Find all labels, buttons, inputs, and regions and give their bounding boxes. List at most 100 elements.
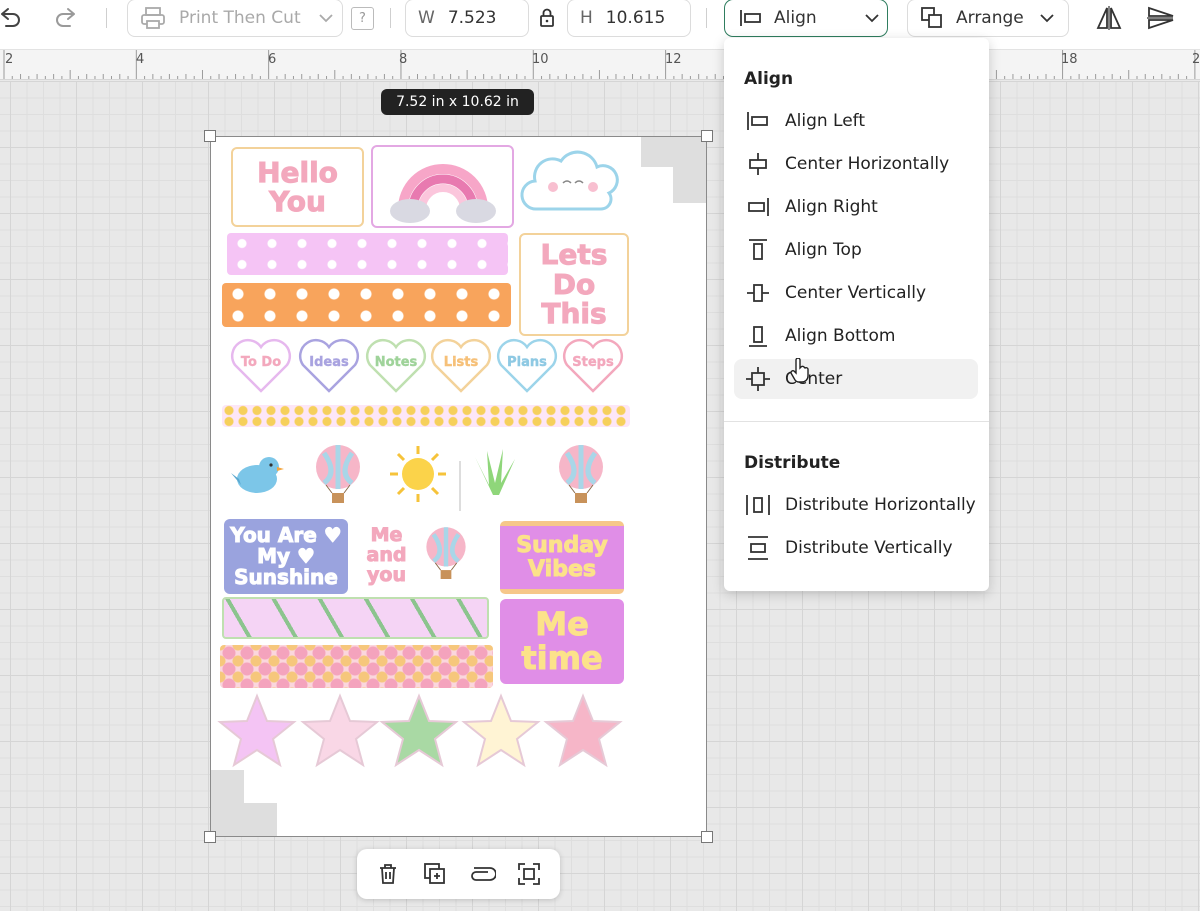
help-button[interactable]: ? xyxy=(351,7,374,30)
height-field[interactable]: H 10.615 xyxy=(567,0,691,37)
resize-handle-top-right[interactable] xyxy=(701,130,713,142)
sheet-notch xyxy=(673,167,706,203)
menu-item-label: Align Top xyxy=(785,240,862,260)
washi-tape-confetti[interactable] xyxy=(220,645,493,688)
menu-item-align-right[interactable]: Align Right xyxy=(734,187,978,227)
hot-air-balloon-sticker[interactable] xyxy=(553,443,609,507)
sticker-text: Me and you xyxy=(366,524,407,586)
menu-item-align-bottom[interactable]: Align Bottom xyxy=(734,316,978,356)
redo-button[interactable] xyxy=(54,6,78,30)
distribute-horizontally-icon xyxy=(740,485,776,525)
heart-sticker[interactable]: To Do xyxy=(229,337,293,395)
hello-you-sticker[interactable]: Hello You xyxy=(231,147,364,227)
me-and-you-sticker[interactable]: Me and you xyxy=(359,521,414,591)
bird-sticker[interactable] xyxy=(229,445,285,501)
trash-icon xyxy=(380,864,397,884)
lets-do-this-sticker[interactable]: Lets Do This xyxy=(519,233,629,336)
cloud-sticker[interactable] xyxy=(519,145,623,220)
menu-item-distribute-horizontally[interactable]: Distribute Horizontally xyxy=(734,485,978,525)
ruler-label: 2 xyxy=(5,52,14,67)
washi-tape-leaves[interactable] xyxy=(222,597,489,639)
washi-tape-pink[interactable] xyxy=(227,233,508,275)
star-sticker[interactable] xyxy=(300,693,380,769)
sheet-notch xyxy=(211,770,244,836)
attach-button[interactable] xyxy=(465,857,499,891)
heart-sticker[interactable]: Ideas xyxy=(297,337,361,395)
sticker-text: To Do xyxy=(240,355,282,371)
star-sticker[interactable] xyxy=(379,693,459,769)
size-badge: 7.52 in x 10.62 in xyxy=(381,89,534,115)
resize-handle-bottom-left[interactable] xyxy=(204,831,216,843)
undo-button[interactable] xyxy=(0,6,22,30)
washi-tape-orange[interactable] xyxy=(222,283,511,327)
fit-to-selection-button[interactable] xyxy=(512,857,546,891)
redo-icon xyxy=(56,8,75,27)
sun-sticker[interactable] xyxy=(387,443,449,505)
align-right-icon xyxy=(740,187,776,227)
washi-tape-polka[interactable] xyxy=(222,405,630,427)
sticker-text: Lets Do This xyxy=(540,238,608,331)
flip-vertical-button[interactable] xyxy=(1145,4,1175,32)
flip-horizontal-icon xyxy=(1096,6,1122,30)
height-value[interactable]: 10.615 xyxy=(606,8,665,28)
toolbar-divider xyxy=(106,8,107,28)
undo-icon xyxy=(1,8,20,27)
menu-item-align-left[interactable]: Align Left xyxy=(734,101,978,141)
menu-item-label: Distribute Horizontally xyxy=(785,495,976,515)
resize-handle-bottom-right[interactable] xyxy=(701,831,713,843)
star-sticker[interactable] xyxy=(543,693,623,769)
menu-item-center[interactable]: Center xyxy=(734,359,978,399)
ruler-label: 10 xyxy=(532,52,549,67)
heart-sticker[interactable]: Steps xyxy=(561,337,625,395)
align-bottom-icon xyxy=(740,316,776,356)
delete-button[interactable] xyxy=(371,857,405,891)
menu-item-label: Center Horizontally xyxy=(785,154,950,174)
me-time-sticker[interactable]: Me time xyxy=(500,599,624,684)
arrange-label: Arrange xyxy=(956,8,1024,28)
star-sticker[interactable] xyxy=(461,693,541,769)
menu-item-align-top[interactable]: Align Top xyxy=(734,230,978,270)
sticker-text: Plans xyxy=(507,355,547,371)
cloud-icon xyxy=(520,150,619,211)
menu-divider xyxy=(724,421,989,422)
menu-item-label: Center Vertically xyxy=(785,283,927,303)
ruler-label: 8 xyxy=(399,52,408,67)
distribute-vertically-icon xyxy=(740,528,776,568)
rainbow-sticker[interactable] xyxy=(371,145,514,228)
hot-air-balloon-sticker[interactable] xyxy=(421,523,471,585)
resize-handle-top-left[interactable] xyxy=(204,130,216,142)
operation-select[interactable]: Print Then Cut xyxy=(127,0,343,37)
heart-sticker[interactable]: Lists xyxy=(429,337,493,395)
plant-sticker[interactable] xyxy=(465,445,521,497)
star-sticker[interactable] xyxy=(217,693,297,769)
toolbar-divider xyxy=(706,8,707,28)
width-value[interactable]: 7.523 xyxy=(448,8,497,28)
chevron-down-icon xyxy=(865,14,879,23)
sticker-text: Me time xyxy=(521,604,603,677)
menu-item-center-vertically[interactable]: Center Vertically xyxy=(734,273,978,313)
arrange-button[interactable]: Arrange xyxy=(907,0,1069,37)
ruler-label: 4 xyxy=(136,52,145,67)
flip-horizontal-button[interactable] xyxy=(1095,4,1123,32)
toolbar-divider xyxy=(390,8,391,28)
align-label: Align xyxy=(774,8,817,28)
heart-sticker[interactable]: Notes xyxy=(364,337,428,395)
help-label: ? xyxy=(359,11,366,26)
menu-item-label: Align Right xyxy=(785,197,878,217)
sticker-sheet[interactable]: Hello You Lets Do This To Do Ideas Notes Li… xyxy=(204,130,713,843)
width-field[interactable]: W 7.523 xyxy=(405,0,529,37)
ruler-label: 2 xyxy=(1192,52,1200,67)
sunday-vibes-sticker[interactable]: Sunday Vibes xyxy=(500,521,624,594)
menu-item-distribute-vertically[interactable]: Distribute Vertically xyxy=(734,528,978,568)
distribute-section-heading: Distribute xyxy=(744,453,841,473)
heart-sticker[interactable]: Plans xyxy=(495,337,559,395)
duplicate-button[interactable] xyxy=(418,857,452,891)
hot-air-balloon-sticker[interactable] xyxy=(310,443,366,507)
ruler-ticks xyxy=(3,50,1196,79)
you-are-my-sunshine-sticker[interactable]: You Are ♥ My ♥ Sunshine xyxy=(224,519,348,594)
align-button[interactable]: Align xyxy=(724,0,888,37)
lock-aspect-button[interactable] xyxy=(538,8,556,28)
center-vertically-icon xyxy=(740,273,776,313)
menu-item-label: Align Bottom xyxy=(785,326,896,346)
menu-item-center-horizontally[interactable]: Center Horizontally xyxy=(734,144,978,184)
